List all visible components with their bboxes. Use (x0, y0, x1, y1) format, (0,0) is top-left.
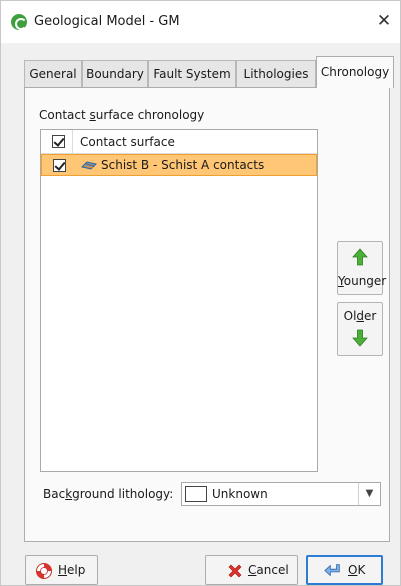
tab-chronology[interactable]: Chronology (316, 56, 394, 88)
ok-label: OK (348, 563, 366, 577)
contact-surface-list[interactable]: Contact surface Schist B - Schist A cont… (40, 129, 318, 472)
window-title: Geological Model - GM (34, 14, 180, 29)
help-label: Help (58, 563, 86, 577)
list-header-label: Contact surface (80, 135, 175, 149)
tab-lithologies[interactable]: Lithologies (236, 60, 316, 87)
dialog-window: Geological Model - GM ✕ General Boundary… (0, 0, 401, 586)
lifebuoy-icon (36, 563, 52, 579)
arrow-up-icon (352, 248, 368, 266)
lithology-color-swatch (185, 486, 207, 502)
chronology-panel: Contact surface chronology Contact surfa… (24, 87, 390, 542)
select-all-checkbox[interactable] (52, 135, 65, 148)
column-divider (72, 130, 73, 154)
help-button[interactable]: Help (25, 555, 98, 585)
younger-button[interactable]: Younger (337, 241, 387, 295)
older-label: Older (343, 309, 377, 323)
close-icon[interactable]: ✕ (374, 11, 394, 31)
cancel-button[interactable]: Cancel (205, 555, 298, 585)
tab-boundary[interactable]: Boundary (82, 60, 148, 87)
tab-fault-system[interactable]: Fault System (148, 60, 236, 87)
row-checkbox[interactable] (53, 159, 66, 172)
return-arrow-icon (324, 564, 340, 577)
row-label: Schist B - Schist A contacts (101, 158, 265, 172)
younger-label: Younger (338, 274, 387, 288)
title-bar: Geological Model - GM ✕ (1, 1, 400, 43)
arrow-down-icon (352, 329, 368, 347)
list-header: Contact surface (41, 130, 317, 154)
contact-surface-chronology-label: Contact surface chronology (39, 108, 205, 122)
older-button[interactable]: Older (337, 302, 383, 356)
background-lithology-select[interactable]: Unknown ▼ (181, 482, 381, 506)
background-lithology-label: Background lithology: (43, 487, 174, 501)
geological-model-icon (11, 14, 27, 30)
list-item[interactable]: Schist B - Schist A contacts (41, 154, 317, 176)
contact-surface-icon (81, 161, 97, 170)
background-lithology-value: Unknown (212, 487, 268, 501)
red-x-icon (228, 564, 242, 578)
chevron-down-icon[interactable]: ▼ (358, 483, 380, 505)
ok-button[interactable]: OK (306, 555, 383, 585)
cancel-label: Cancel (248, 563, 289, 577)
tab-general[interactable]: General (24, 60, 82, 87)
